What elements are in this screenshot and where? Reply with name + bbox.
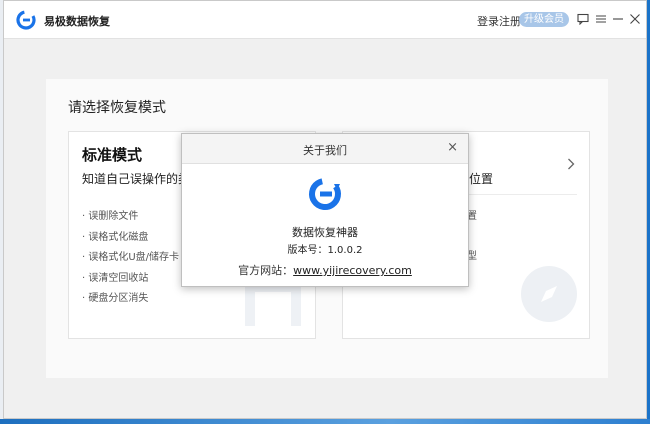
card-title: 标准模式 xyxy=(82,146,143,164)
website-row: 官方网站：www.yijirecovery.com xyxy=(182,262,468,278)
app-logo-icon xyxy=(16,10,36,30)
about-dialog: 关于我们 × 数据恢复神器 版本号：1.0.0.2 官方网站：www.yijir… xyxy=(181,133,469,287)
dialog-close-button[interactable]: × xyxy=(447,141,458,155)
dialog-header: 关于我们 × xyxy=(182,134,468,164)
list-item: · 误删除文件 xyxy=(82,211,139,222)
menu-icon[interactable] xyxy=(594,13,608,27)
website-label: 官方网站： xyxy=(238,264,294,277)
product-logo-icon xyxy=(309,178,341,210)
close-icon[interactable] xyxy=(628,13,642,27)
list-item: · 误格式化U盘/储存卡 xyxy=(82,252,180,263)
scenario-list: · 误删除文件 · 误格式化磁盘 · 误格式化U盘/储存卡 · 误清空回收站 ·… xyxy=(82,210,179,313)
product-name: 数据恢复神器 xyxy=(292,226,358,239)
chat-icon[interactable] xyxy=(576,13,590,27)
chevron-right-icon xyxy=(567,158,575,174)
taskbar-edge xyxy=(0,419,650,424)
divider xyxy=(453,194,577,195)
titlebar: 易极数据恢复 登录注册 升级会员 xyxy=(4,1,646,39)
login-register-link[interactable]: 登录注册 xyxy=(477,13,521,29)
compass-icon xyxy=(521,266,577,322)
minimize-icon[interactable] xyxy=(611,13,625,27)
list-item: · 硬盘分区消失 xyxy=(82,293,149,304)
website-link[interactable]: www.yijirecovery.com xyxy=(293,264,412,277)
upgrade-vip-button[interactable]: 升级会员 xyxy=(519,12,569,27)
app-title: 易极数据恢复 xyxy=(44,15,110,28)
list-item: · 误格式化磁盘 xyxy=(82,231,149,243)
page-title: 请选择恢复模式 xyxy=(68,100,166,116)
decorative-square-icon xyxy=(245,282,301,326)
version-number: 版本号：1.0.0.2 xyxy=(287,245,363,256)
dialog-title: 关于我们 xyxy=(303,144,347,157)
list-item: · 误清空回收站 xyxy=(82,272,149,284)
